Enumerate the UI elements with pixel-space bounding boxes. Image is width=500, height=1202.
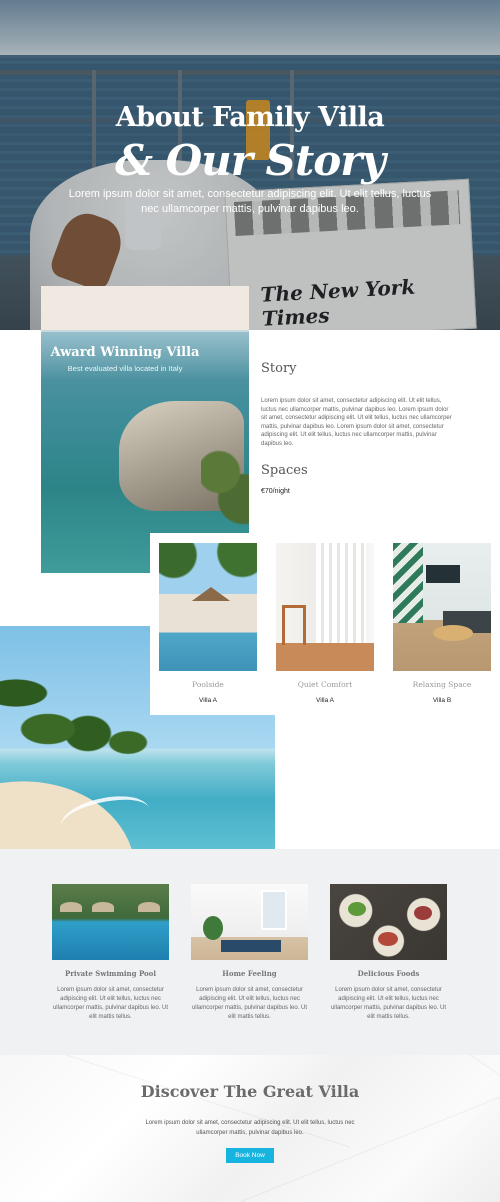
wood-floor [276, 643, 374, 671]
discover-section: Discover The Great Villa Lorem ipsum dol… [0, 1055, 500, 1202]
plant [203, 916, 223, 940]
feature-title: Delicious Foods [357, 969, 420, 978]
hero-title-line2: & Our Story [115, 136, 386, 185]
discover-text: Lorem ipsum dolor sit amet, consectetur … [145, 1120, 355, 1136]
rug [221, 940, 281, 952]
palm-trees [0, 666, 160, 756]
room-villa: Villa B [432, 697, 452, 704]
room-name: Relaxing Space [412, 680, 472, 689]
feature-title: Private Swimming Pool [64, 969, 157, 978]
award-title: Award Winning Villa [50, 345, 200, 360]
story-heading: Story [261, 361, 297, 376]
award-image-card [41, 286, 249, 573]
room-name: Quiet Comfort [297, 680, 353, 689]
price-per-night: €70/night [261, 488, 290, 495]
room-card-poolside[interactable]: Poolside Villa A [159, 543, 257, 704]
award-subtitle: Best evaluated villa located in Italy [67, 364, 183, 373]
feature-title: Home Feeling [222, 969, 277, 978]
desk [282, 605, 306, 645]
room-villa: Villa A [316, 697, 334, 704]
curtain [316, 543, 366, 643]
window [261, 890, 287, 930]
leaf-wallpaper [393, 543, 423, 623]
room-image-relaxing-space [393, 543, 491, 671]
television [426, 565, 460, 583]
food-garnish [414, 906, 432, 920]
features-section: Private Swimming Pool Lorem ipsum dolor … [0, 849, 500, 1055]
feature-image-food [330, 884, 447, 960]
feature-private-pool: Private Swimming Pool Lorem ipsum dolor … [52, 884, 169, 1022]
umbrella [92, 902, 114, 912]
feature-text: Lorem ipsum dolor sit amet, consectetur … [330, 987, 447, 1020]
coffee-table [433, 625, 473, 641]
cliff-trees [201, 436, 249, 526]
umbrella [60, 902, 82, 912]
feature-delicious-foods: Delicious Foods Lorem ipsum dolor sit am… [330, 884, 447, 1022]
room-image-quiet-comfort [276, 543, 374, 671]
food-garnish [348, 902, 366, 916]
hero-subtitle: Lorem ipsum dolor sit amet, consectetur … [68, 188, 432, 215]
room-villa: Villa A [199, 697, 217, 704]
food-garnish [378, 932, 398, 946]
hero-section: The New York Times About Family Villa & … [0, 0, 500, 330]
feature-home-feeling: Home Feeling Lorem ipsum dolor sit amet,… [191, 884, 308, 1022]
room-card-relaxing-space[interactable]: Relaxing Space Villa B [393, 543, 491, 704]
room-card-quiet-comfort[interactable]: Quiet Comfort Villa A [276, 543, 374, 704]
feature-text: Lorem ipsum dolor sit amet, consectetur … [191, 987, 308, 1020]
room-image-poolside [159, 543, 257, 671]
story-text: Lorem ipsum dolor sit amet, consectetur … [261, 398, 452, 447]
feature-text: Lorem ipsum dolor sit amet, consectetur … [52, 987, 169, 1020]
feature-image-pool [52, 884, 169, 960]
rooms-gallery: Poolside Villa A Quiet Comfort Villa A R… [150, 533, 500, 715]
hero-title-line1: About Family Villa [115, 102, 385, 133]
spaces-heading: Spaces [261, 463, 308, 478]
discover-title: Discover The Great Villa [140, 1082, 360, 1101]
feature-image-home [191, 884, 308, 960]
umbrella [138, 902, 160, 912]
room-name: Poolside [192, 680, 224, 689]
book-now-button[interactable]: Book Now [226, 1148, 274, 1163]
